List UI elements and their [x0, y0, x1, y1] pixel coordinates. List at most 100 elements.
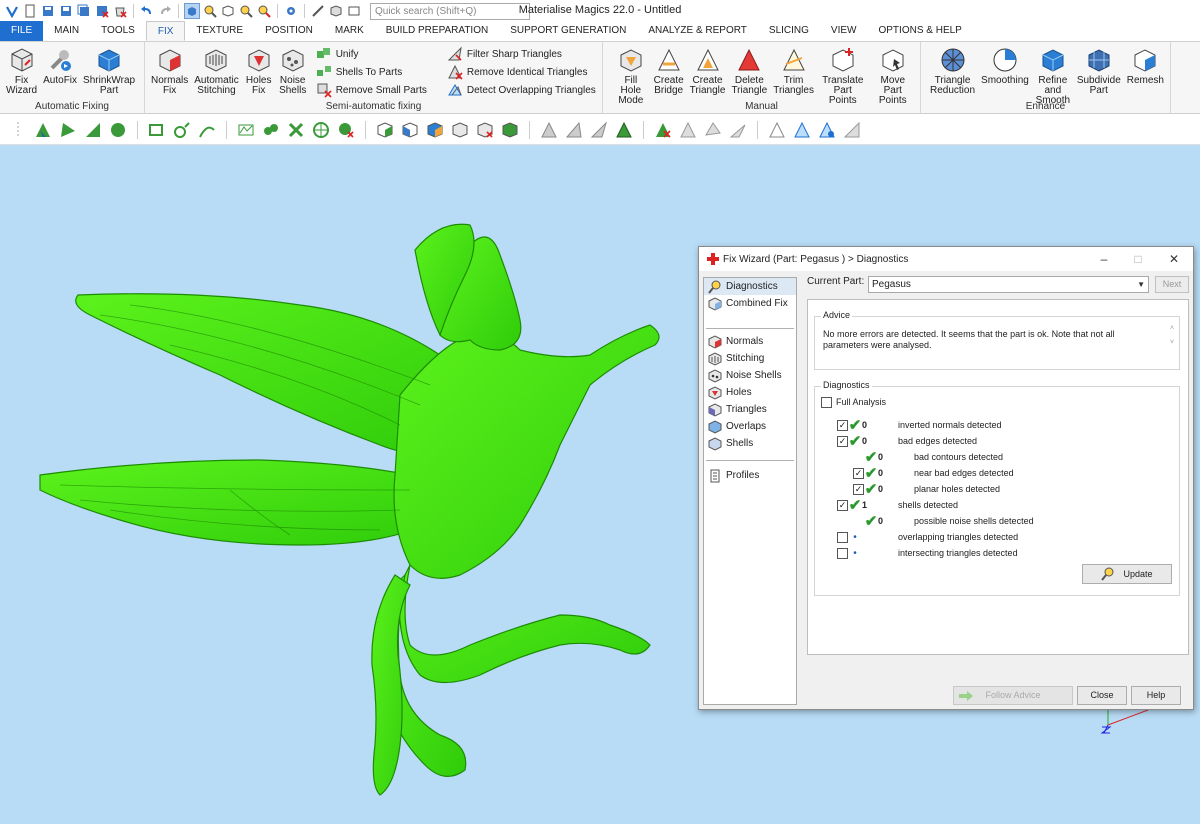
- curve-select-icon[interactable]: [197, 120, 217, 140]
- quick-search-input[interactable]: Quick search (Shift+Q): [370, 2, 530, 20]
- save-icon[interactable]: [58, 3, 74, 19]
- nav-item-holes[interactable]: Holes: [704, 384, 796, 401]
- zoom-part-icon[interactable]: [238, 3, 254, 19]
- nav-item-normals[interactable]: Normals: [704, 333, 796, 350]
- cube-blue-icon[interactable]: [400, 120, 420, 140]
- update-button[interactable]: Update: [1082, 564, 1172, 584]
- mark-cross-icon[interactable]: [286, 120, 306, 140]
- tab-file[interactable]: FILE: [0, 21, 44, 41]
- pegasus-model[interactable]: [0, 145, 720, 824]
- measure-icon[interactable]: [310, 3, 326, 19]
- part-list-icon[interactable]: [328, 3, 344, 19]
- current-part-select[interactable]: Pegasus ▼: [868, 276, 1149, 293]
- nav-item-diagnostics[interactable]: Diagnostics: [704, 278, 796, 295]
- diag-checkbox[interactable]: ✓: [853, 467, 864, 479]
- detect-overlapping-triangles-button[interactable]: Detect Overlapping Triangles: [447, 82, 596, 98]
- tab-view[interactable]: VIEW: [820, 21, 868, 41]
- tri-blue-2-icon[interactable]: [817, 120, 837, 140]
- tri-gray-4-icon[interactable]: [678, 120, 698, 140]
- view-cube-icon[interactable]: [220, 3, 236, 19]
- tab-build-preparation[interactable]: BUILD PREPARATION: [375, 21, 499, 41]
- select-shell-icon[interactable]: [108, 120, 128, 140]
- tri-outline-icon[interactable]: [767, 120, 787, 140]
- close-icon[interactable]: ✕: [1157, 247, 1191, 271]
- mark-wave-icon[interactable]: [236, 120, 256, 140]
- cube-orange-icon[interactable]: [425, 120, 445, 140]
- platform-icon[interactable]: [346, 3, 362, 19]
- select-part-icon[interactable]: [184, 3, 200, 19]
- new-file-icon[interactable]: [22, 3, 38, 19]
- full-analysis-row[interactable]: Full Analysis: [821, 395, 886, 409]
- undo-icon[interactable]: [139, 3, 155, 19]
- app-logo-icon[interactable]: [4, 3, 20, 19]
- tab-texture[interactable]: TEXTURE: [185, 21, 254, 41]
- zoom-out-icon[interactable]: [256, 3, 272, 19]
- cube-shell-icon[interactable]: [500, 120, 520, 140]
- zoom-icon[interactable]: [202, 3, 218, 19]
- open-icon[interactable]: [40, 3, 56, 19]
- tri-gray-3-icon[interactable]: [589, 120, 609, 140]
- tab-main[interactable]: MAIN: [43, 21, 90, 41]
- nav-item-shells[interactable]: Shells: [704, 435, 796, 452]
- cube-green-icon[interactable]: [375, 120, 395, 140]
- remesh-icon: [1134, 49, 1156, 72]
- advice-scrollbar[interactable]: ˄ ˅: [1167, 325, 1177, 357]
- remove-identical-triangles-button[interactable]: Remove Identical Triangles: [447, 64, 596, 80]
- shells-to-parts-button[interactable]: Shells To Parts: [316, 64, 427, 80]
- diag-checkbox[interactable]: [837, 531, 848, 543]
- next-button[interactable]: Next: [1155, 276, 1189, 293]
- tri-gray-7-icon[interactable]: [842, 120, 862, 140]
- minimize-icon[interactable]: –: [1087, 247, 1121, 271]
- delete-icon[interactable]: [112, 3, 128, 19]
- tab-analyze-report[interactable]: ANALYZE & REPORT: [637, 21, 758, 41]
- lasso-select-icon[interactable]: [172, 120, 192, 140]
- tri-gray-1-icon[interactable]: [539, 120, 559, 140]
- diag-checkbox[interactable]: ✓: [853, 483, 864, 495]
- select-triangle-icon[interactable]: [33, 120, 53, 140]
- tri-red-icon[interactable]: [653, 120, 673, 140]
- tab-tools[interactable]: TOOLS: [90, 21, 146, 41]
- cube-gray-icon[interactable]: [450, 120, 470, 140]
- box-select-icon[interactable]: [147, 120, 167, 140]
- diag-checkbox[interactable]: [837, 547, 848, 559]
- tab-mark[interactable]: MARK: [324, 21, 375, 41]
- follow-advice-button[interactable]: Follow Advice: [953, 686, 1073, 705]
- tab-options-help[interactable]: OPTIONS & HELP: [867, 21, 972, 41]
- settings-icon[interactable]: [283, 3, 299, 19]
- diag-checkbox[interactable]: ✓: [837, 419, 848, 431]
- tri-blue-1-icon[interactable]: [792, 120, 812, 140]
- tab-fix[interactable]: FIX: [145, 21, 186, 41]
- nav-item-overlaps[interactable]: Overlaps: [704, 418, 796, 435]
- redo-icon[interactable]: [157, 3, 173, 19]
- nav-item-triangles[interactable]: Triangles: [704, 401, 796, 418]
- tri-green-icon[interactable]: [614, 120, 634, 140]
- save-all-icon[interactable]: [76, 3, 92, 19]
- select-plane-icon[interactable]: [58, 120, 78, 140]
- full-analysis-checkbox[interactable]: [821, 396, 832, 408]
- help-button[interactable]: Help: [1131, 686, 1181, 705]
- unify-button[interactable]: Unify: [316, 46, 427, 62]
- mark-wheel-icon[interactable]: [311, 120, 331, 140]
- nav-item-combined-fix[interactable]: Combined Fix: [704, 295, 796, 312]
- select-surface-icon[interactable]: [83, 120, 103, 140]
- diag-count: 0: [878, 484, 884, 494]
- cube-delete-icon[interactable]: [475, 120, 495, 140]
- save-delete-icon[interactable]: [94, 3, 110, 19]
- close-button[interactable]: Close: [1077, 686, 1127, 705]
- tri-gray-5-icon[interactable]: [703, 120, 723, 140]
- mark-unmark-icon[interactable]: [336, 120, 356, 140]
- tab-slicing[interactable]: SLICING: [758, 21, 820, 41]
- maximize-icon[interactable]: □: [1121, 247, 1155, 271]
- tri-gray-2-icon[interactable]: [564, 120, 584, 140]
- nav-item-noise-shells[interactable]: Noise Shells: [704, 367, 796, 384]
- mark-blob-icon[interactable]: [261, 120, 281, 140]
- nav-item-profiles[interactable]: Profiles: [704, 467, 796, 484]
- nav-item-stitching[interactable]: Stitching: [704, 350, 796, 367]
- tab-support-generation[interactable]: SUPPORT GENERATION: [499, 21, 637, 41]
- tab-position[interactable]: POSITION: [254, 21, 324, 41]
- diag-checkbox[interactable]: ✓: [837, 499, 848, 511]
- remove-small-parts-button[interactable]: Remove Small Parts: [316, 82, 427, 98]
- filter-sharp-triangles-button[interactable]: Filter Sharp Triangles: [447, 46, 596, 62]
- tri-gray-6-icon[interactable]: [728, 120, 748, 140]
- diag-checkbox[interactable]: ✓: [837, 435, 848, 447]
